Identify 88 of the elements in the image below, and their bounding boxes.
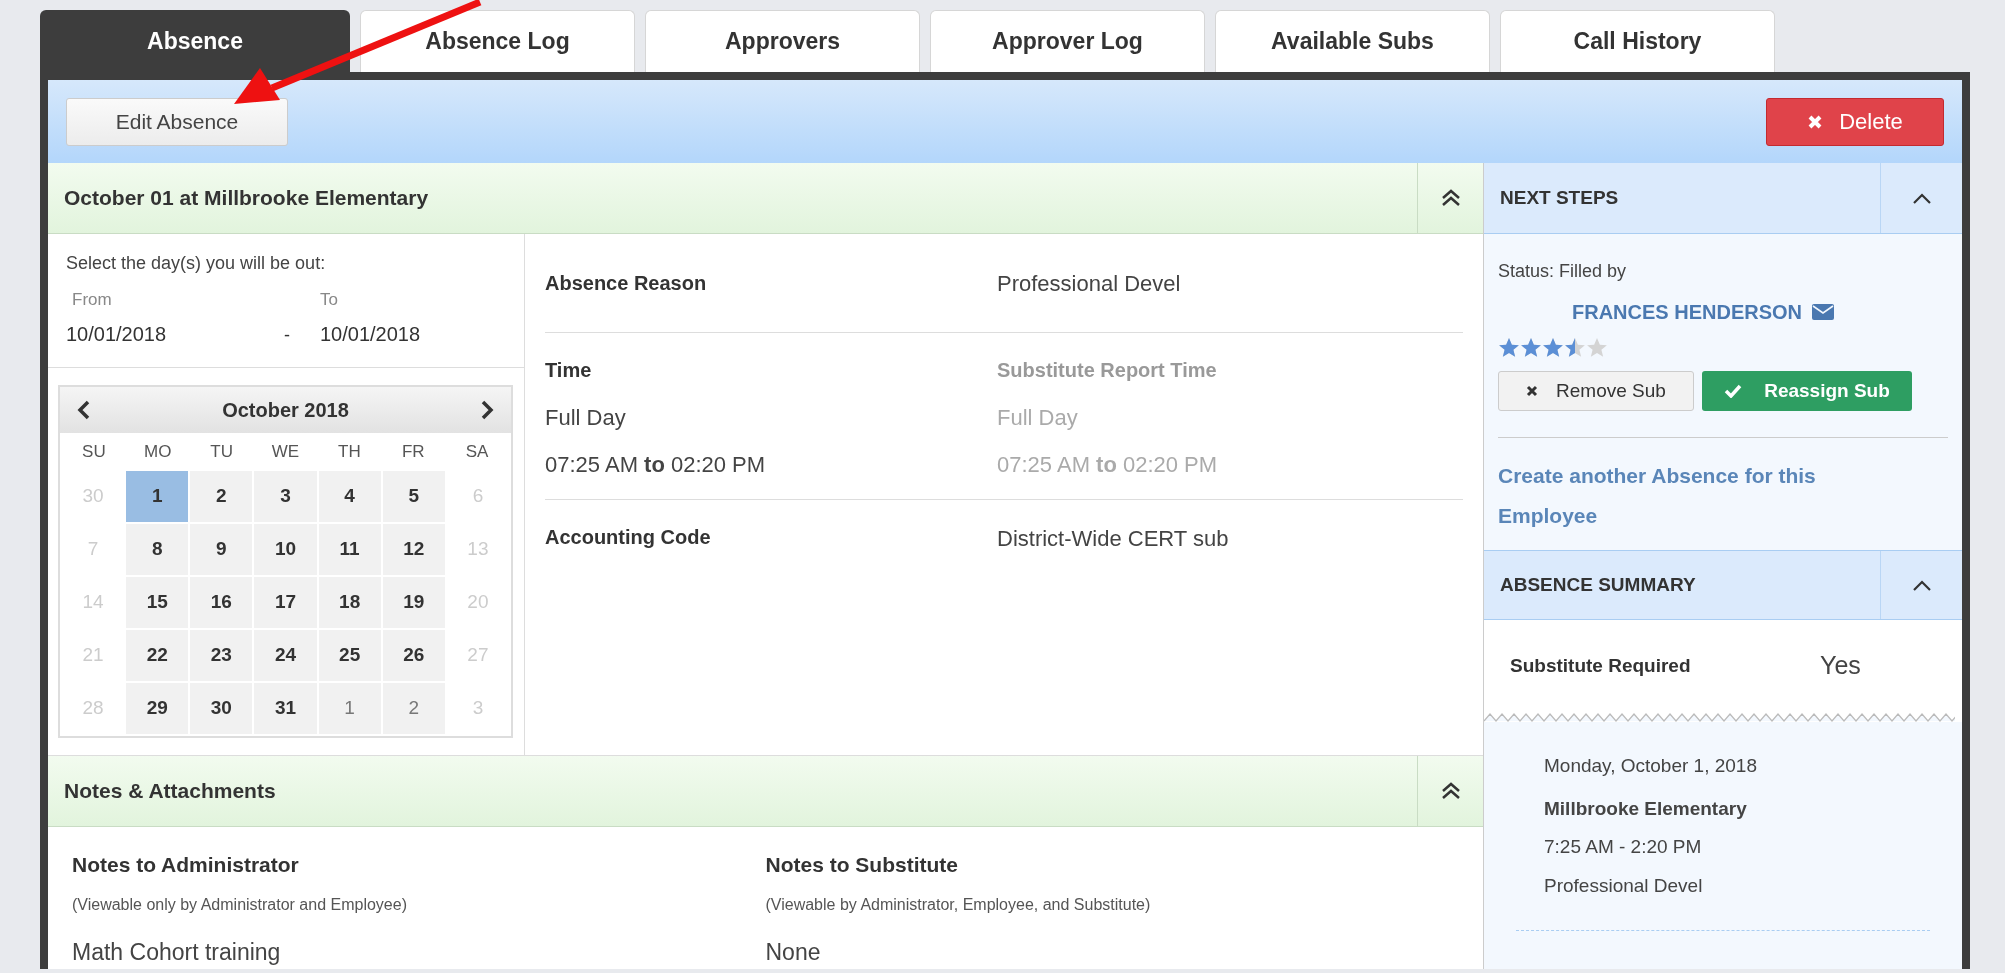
date-separator: - [284,323,291,347]
check-icon [1724,384,1743,398]
notes-hint: (Viewable only by Administrator and Employee) [72,894,408,915]
weekday-label: MO [144,441,172,464]
tab[interactable]: Available Subs [1215,10,1490,72]
substitute-name-link[interactable]: FRANCES HENDERSON [1572,297,1803,327]
calendar-day[interactable]: 3 [254,471,317,522]
close-icon [1807,113,1824,130]
notes-heading: Notes to Administrator [72,852,300,878]
calendar-day[interactable]: 5 [382,471,445,522]
close-icon [1526,385,1539,397]
calendar-day[interactable]: 26 [382,630,445,681]
field-value: District-Wide CERT sub [997,525,1229,553]
next-month-icon[interactable] [479,400,495,420]
edit-absence-button[interactable]: Edit Absence [66,97,288,146]
calendar-day[interactable]: 8 [126,524,189,575]
calendar-day[interactable]: 12 [382,524,445,575]
field-label: Accounting Code [545,525,712,550]
star-icon [1542,337,1564,359]
tab[interactable]: Absence [40,10,350,72]
weekday-label: TH [338,441,361,464]
notes-text: Math Cohort training [72,937,282,967]
calendar-day[interactable]: 30 [190,683,253,734]
field-value: Full Day [545,404,627,432]
time-range: 07:25 AM to 02:20 PM [997,451,1218,479]
weekday-label: WE [271,441,300,464]
summary-value: Yes [1820,650,1861,682]
field-label: Time [545,358,593,383]
tab[interactable]: Absence Log [360,10,635,72]
weekday-label: FR [401,441,425,464]
calendar-day[interactable]: 9 [190,524,253,575]
field-value: Professional Devel [997,269,1181,298]
calendar-month: October 2018 [222,398,349,423]
calendar-day[interactable]: 23 [190,630,253,681]
calendar-day[interactable]: 31 [254,683,317,734]
calendar-day[interactable]: 15 [126,577,189,628]
weekday-label: SU [82,441,106,464]
summary-school: Millbrooke Elementary [1544,796,1748,821]
panel-title: NEXT STEPS [1500,185,1619,210]
weekday-label: TU [210,441,233,464]
calendar-day[interactable]: 22 [126,630,189,681]
notes-text: None [765,937,822,967]
notes-hint: (Viewable by Administrator, Employee, and Substitute) [765,894,1152,915]
field-label: Absence Reason [545,271,708,296]
from-date-field[interactable]: 10/01/2018 [66,318,284,349]
notes-heading: Notes to Substitute [765,852,959,878]
calendar-day[interactable]: 19 [382,577,445,628]
section-title: Notes & Attachments [64,778,276,805]
calendar-day[interactable]: 1 [318,683,381,734]
calendar-day[interactable]: 24 [254,630,317,681]
star-icon [1564,337,1586,359]
summary-label: Substitute Required [1510,653,1692,678]
summary-date: Monday, October 1, 2018 [1544,754,1758,778]
section-title: October 01 at Millbrooke Elementary [64,185,429,212]
weekday-label: SA [465,441,489,464]
delete-button[interactable]: Delete [1766,97,1944,146]
star-icon [1498,337,1520,359]
previous-month-icon[interactable] [76,400,92,420]
calendar-day[interactable]: 17 [254,577,317,628]
panel-title: ABSENCE SUMMARY [1500,572,1696,597]
tab[interactable]: Approvers [645,10,920,72]
tab[interactable]: Call History [1500,10,1775,72]
day-picker-prompt: Select the day(s) you will be out: [66,252,327,275]
calendar-day[interactable]: 18 [318,577,381,628]
calendar-day[interactable]: 29 [126,683,189,734]
remove-sub-button[interactable]: Remove Sub [1498,371,1694,411]
calendar-day[interactable]: 16 [190,577,253,628]
from-label: From [72,289,113,311]
calendar-day[interactable]: 1 [126,471,189,522]
star-icon [1520,337,1542,359]
to-date-field[interactable]: 10/01/2018 [320,318,421,349]
calendar-day[interactable]: 11 [318,524,381,575]
status-text: Status: Filled by [1498,260,1628,283]
field-label: Substitute Report Time [997,358,1217,383]
calendar-day[interactable]: 25 [318,630,381,681]
create-absence-link[interactable]: Create another Absence for this Employee [1498,456,1898,536]
summary-time: 7:25 AM - 2:20 PM [1544,835,1703,859]
tab[interactable]: Approver Log [930,10,1205,72]
calendar-day[interactable]: 2 [190,471,253,522]
calendar-day[interactable]: 4 [318,471,381,522]
calendar-day[interactable]: 2 [382,683,445,734]
field-value: Full Day [997,404,1078,432]
to-label: To [320,289,338,311]
time-range: 07:25 AM to 02:20 PM [545,451,767,479]
summary-reason: Professional Devel [1544,873,1704,898]
calendar-day[interactable]: 10 [254,524,317,575]
star-icon [1586,337,1608,359]
envelope-icon[interactable] [1812,304,1835,320]
